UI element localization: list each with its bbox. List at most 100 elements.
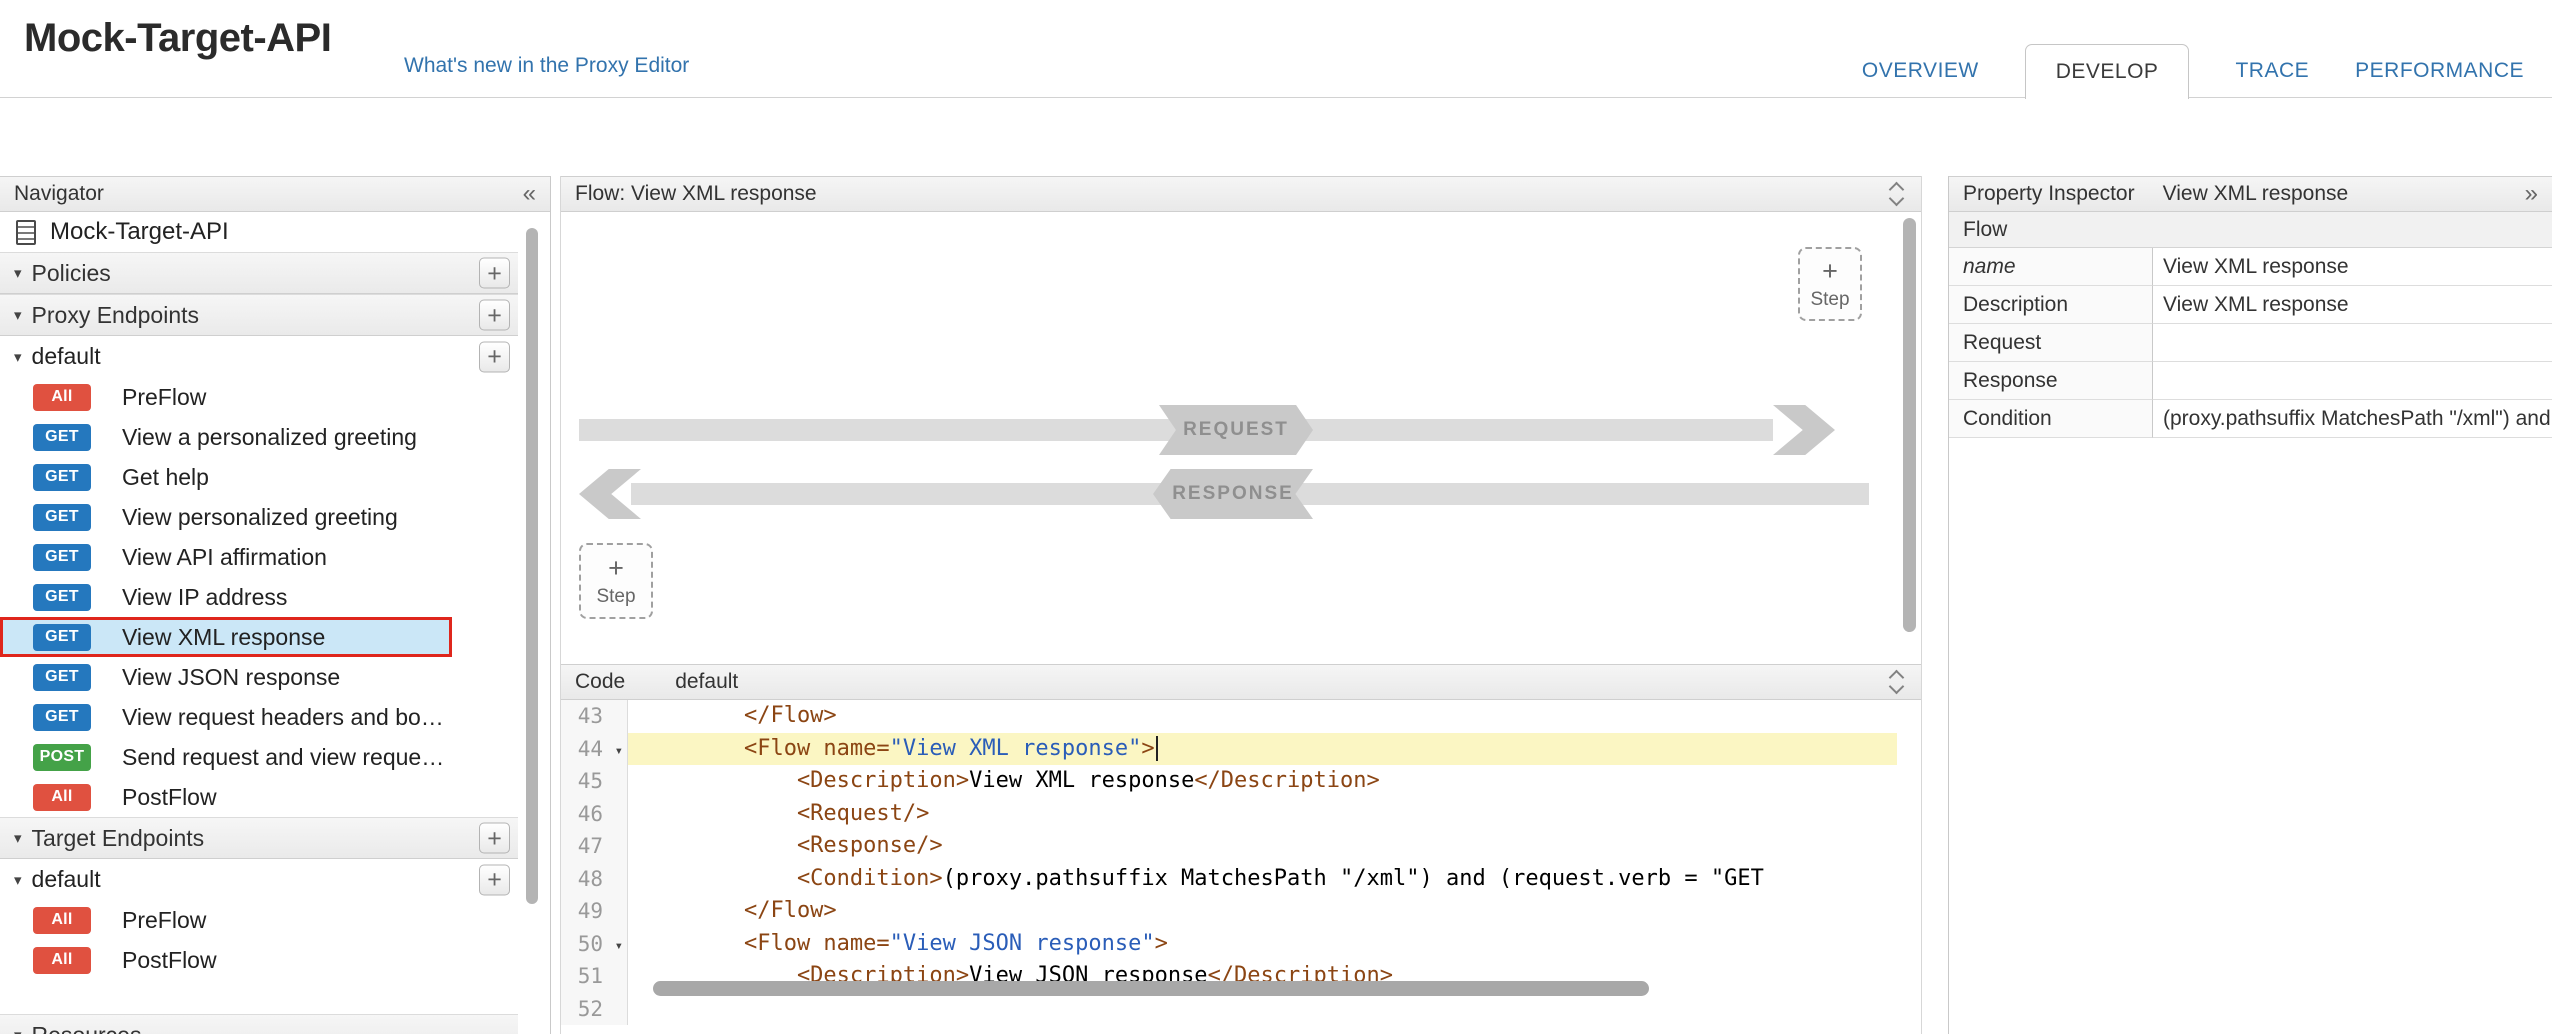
flow-editor-panel: Flow: View XML response + Step REQUEST R…	[560, 176, 1922, 1034]
triangle-down-icon: ▾	[14, 829, 22, 847]
method-badge: GET	[33, 504, 91, 531]
nav-target-flow-preflow[interactable]: All PreFlow	[0, 900, 518, 940]
nav-flow-view-json-response[interactable]: GET View JSON response	[0, 657, 518, 697]
property-value-name[interactable]: View XML response	[2153, 248, 2552, 286]
nav-endpoint-default[interactable]: ▾ default +	[0, 336, 518, 377]
nav-flow-get-help[interactable]: GET Get help	[0, 457, 518, 497]
expand-collapse-icon[interactable]	[1887, 180, 1907, 208]
property-row-name: name View XML response	[1949, 248, 2552, 286]
property-row-description: Description View XML response	[1949, 286, 2552, 324]
method-badge: GET	[33, 544, 91, 571]
code-line-active[interactable]: 44▾ <Flow name="View XML response">	[561, 733, 1897, 766]
nav-section-proxy-endpoints[interactable]: ▾ Proxy Endpoints +	[0, 294, 518, 336]
inspector-section-flow: Flow	[1949, 212, 2552, 248]
tab-performance[interactable]: PERFORMANCE	[2355, 59, 2524, 83]
add-flow-button[interactable]: +	[479, 341, 510, 372]
main-tabs: OVERVIEW DEVELOP TRACE PERFORMANCE	[1862, 43, 2524, 98]
gutter: 50▾	[561, 928, 628, 961]
tab-trace[interactable]: TRACE	[2235, 59, 2309, 83]
nav-flow-view-personalized-greeting[interactable]: GET View personalized greeting	[0, 497, 518, 537]
navigator-tree: Mock-Target-API ▾ Policies + ▾ Proxy End…	[0, 212, 518, 980]
toolbar: Project ▾ Save Revision 1 ▾ Tools ▾ Depl…	[0, 98, 2552, 176]
code-line[interactable]: 45 <Description>View XML response</Descr…	[561, 765, 1897, 798]
nav-flow-view-a-personalized-greeting[interactable]: GET View a personalized greeting	[0, 417, 518, 457]
nav-section-policies[interactable]: ▾ Policies +	[0, 252, 518, 294]
code-line[interactable]: 46 <Request/>	[561, 798, 1897, 831]
property-value-condition[interactable]: (proxy.pathsuffix MatchesPath "/xml") an…	[2153, 400, 2552, 438]
gutter: 52	[561, 993, 628, 1026]
property-inspector-title: Property Inspector	[1963, 182, 2135, 206]
canvas-scrollbar[interactable]	[1903, 218, 1916, 632]
gutter: 51	[561, 960, 628, 993]
plus-icon: +	[608, 555, 624, 582]
gutter: 46	[561, 798, 628, 831]
property-value-response[interactable]	[2153, 362, 2552, 400]
code-line[interactable]: 48 <Condition>(proxy.pathsuffix MatchesP…	[561, 863, 1897, 896]
property-value-request[interactable]	[2153, 324, 2552, 362]
plus-icon: +	[1822, 258, 1838, 285]
nav-section-target-endpoints[interactable]: ▾ Target Endpoints +	[0, 817, 518, 859]
method-badge: GET	[33, 704, 91, 731]
property-row-response: Response	[1949, 362, 2552, 400]
code-line[interactable]: 43 </Flow>	[561, 700, 1897, 733]
nav-flow-view-xml-response[interactable]: GET View XML response	[0, 617, 452, 657]
whats-new-link[interactable]: What's new in the Proxy Editor	[404, 54, 689, 78]
nav-section-clipped[interactable]: ▾ Resources	[0, 1014, 518, 1034]
flow-panel-header: Flow: View XML response	[561, 176, 1921, 212]
fold-icon[interactable]: ▾	[615, 735, 623, 768]
method-badge: All	[33, 947, 91, 974]
property-row-condition: Condition (proxy.pathsuffix MatchesPath …	[1949, 400, 2552, 438]
triangle-down-icon: ▾	[14, 348, 22, 366]
add-flow-button[interactable]: +	[479, 864, 510, 895]
nav-flow-preflow[interactable]: All PreFlow	[0, 377, 518, 417]
code-horizontal-scrollbar[interactable]	[653, 981, 1649, 996]
property-inspector-header: Property Inspector View XML response »	[1949, 176, 2552, 212]
tab-overview[interactable]: OVERVIEW	[1862, 59, 1979, 83]
flow-canvas: + Step REQUEST RESPONSE + Step	[561, 212, 1897, 664]
navigator-title: Navigator	[14, 182, 104, 206]
nav-target-endpoint-default[interactable]: ▾ default +	[0, 859, 518, 900]
navigator-panel: Navigator « Mock-Target-API ▾ Policies +…	[0, 176, 551, 1034]
code-panel-header: Code default	[561, 664, 1921, 700]
nav-target-flow-postflow[interactable]: All PostFlow	[0, 940, 518, 980]
method-badge: POST	[33, 744, 91, 771]
code-panel-title: Code	[575, 670, 625, 694]
navigator-scrollbar[interactable]	[526, 228, 538, 904]
add-step-button-request[interactable]: + Step	[1798, 247, 1862, 321]
response-label-badge: RESPONSE	[1153, 469, 1313, 519]
gutter: 45	[561, 765, 628, 798]
nav-item-proxy-root[interactable]: Mock-Target-API	[0, 212, 518, 252]
code-line[interactable]: 52	[561, 993, 1897, 1026]
code-tab-default[interactable]: default	[675, 670, 738, 694]
method-badge: GET	[33, 464, 91, 491]
proxy-title: Mock-Target-API	[24, 16, 331, 61]
code-line[interactable]: 49 </Flow>	[561, 895, 1897, 928]
nav-flow-send-request[interactable]: POST Send request and view reque…	[0, 737, 518, 777]
code-line[interactable]: 47 <Response/>	[561, 830, 1897, 863]
document-icon	[16, 220, 36, 245]
method-badge: All	[33, 384, 91, 411]
triangle-down-icon: ▾	[14, 1026, 22, 1034]
gutter: 49	[561, 895, 628, 928]
add-target-endpoint-button[interactable]: +	[479, 823, 510, 854]
expand-panel-icon[interactable]: »	[2525, 182, 2538, 206]
nav-flow-view-ip-address[interactable]: GET View IP address	[0, 577, 518, 617]
add-proxy-endpoint-button[interactable]: +	[479, 300, 510, 331]
gutter: 47	[561, 830, 628, 863]
code-line[interactable]: 50▾ <Flow name="View JSON response">	[561, 928, 1897, 961]
add-step-button-response[interactable]: + Step	[579, 543, 653, 619]
method-badge: GET	[33, 664, 91, 691]
nav-flow-view-api-affirmation[interactable]: GET View API affirmation	[0, 537, 518, 577]
expand-collapse-icon[interactable]	[1887, 668, 1907, 696]
method-badge: All	[33, 784, 91, 811]
fold-icon[interactable]: ▾	[615, 930, 623, 963]
method-badge: GET	[33, 624, 91, 651]
add-policy-button[interactable]: +	[479, 258, 510, 289]
collapse-panel-icon[interactable]: «	[523, 182, 536, 206]
property-inspector-subtitle: View XML response	[2163, 182, 2349, 206]
step-label: Step	[1810, 289, 1849, 311]
nav-flow-postflow[interactable]: All PostFlow	[0, 777, 518, 817]
tab-develop[interactable]: DEVELOP	[2025, 44, 2190, 99]
nav-flow-view-request-headers[interactable]: GET View request headers and bo…	[0, 697, 518, 737]
property-value-description[interactable]: View XML response	[2153, 286, 2552, 324]
